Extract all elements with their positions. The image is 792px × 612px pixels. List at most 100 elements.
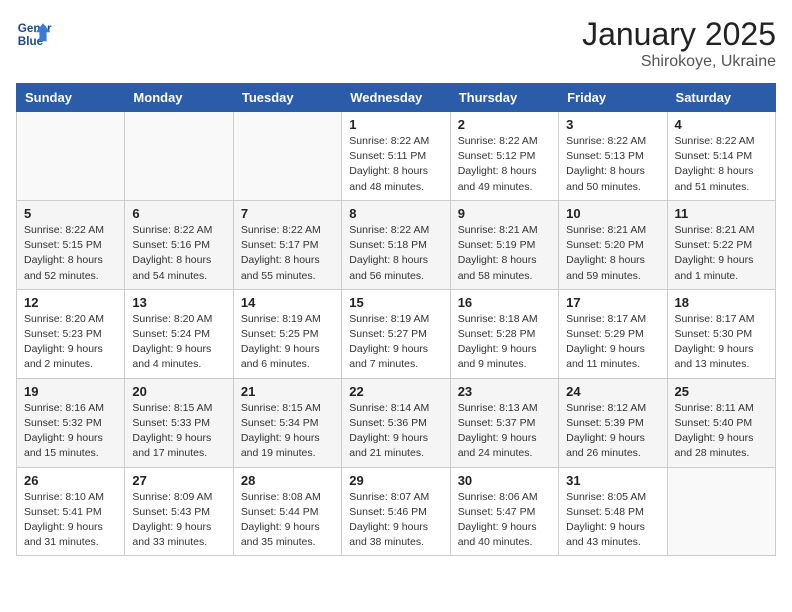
day-number: 26	[24, 473, 117, 488]
table-row: 16 Sunrise: 8:18 AM Sunset: 5:28 PM Dayli…	[450, 289, 558, 378]
day-info: Sunrise: 8:06 AM Sunset: 5:47 PM Dayligh…	[458, 490, 551, 551]
table-row: 14 Sunrise: 8:19 AM Sunset: 5:25 PM Dayli…	[233, 289, 341, 378]
day-info: Sunrise: 8:22 AM Sunset: 5:18 PM Dayligh…	[349, 223, 442, 284]
day-number: 17	[566, 295, 659, 310]
day-info: Sunrise: 8:08 AM Sunset: 5:44 PM Dayligh…	[241, 490, 334, 551]
table-row: 5 Sunrise: 8:22 AM Sunset: 5:15 PM Daylig…	[17, 200, 125, 289]
day-number: 3	[566, 117, 659, 132]
day-info: Sunrise: 8:20 AM Sunset: 5:23 PM Dayligh…	[24, 312, 117, 373]
table-row: 25 Sunrise: 8:11 AM Sunset: 5:40 PM Dayli…	[667, 378, 775, 467]
table-row: 29 Sunrise: 8:07 AM Sunset: 5:46 PM Dayli…	[342, 467, 450, 556]
table-row: 19Sunrise: 8:16 AM Sunset: 5:32 PM Dayli…	[17, 378, 125, 467]
day-number: 1	[349, 117, 442, 132]
day-number: 15	[349, 295, 442, 310]
col-thursday: Thursday	[450, 84, 558, 112]
table-row: 1 Sunrise: 8:22 AM Sunset: 5:11 PM Daylig…	[342, 112, 450, 201]
table-row: 6 Sunrise: 8:22 AM Sunset: 5:16 PM Daylig…	[125, 200, 233, 289]
table-row: 12 Sunrise: 8:20 AM Sunset: 5:23 PM Dayli…	[17, 289, 125, 378]
day-number: 11	[675, 206, 768, 221]
day-info: Sunrise: 8:22 AM Sunset: 5:15 PM Dayligh…	[24, 223, 117, 284]
table-row: 4 Sunrise: 8:22 AM Sunset: 5:14 PM Daylig…	[667, 112, 775, 201]
day-number: 29	[349, 473, 442, 488]
day-number: 7	[241, 206, 334, 221]
calendar-week-row: 26 Sunrise: 8:10 AM Sunset: 5:41 PM Dayli…	[17, 467, 776, 556]
day-number: 2	[458, 117, 551, 132]
day-info: Sunrise: 8:19 AM Sunset: 5:25 PM Dayligh…	[241, 312, 334, 373]
day-number: 23	[458, 384, 551, 399]
table-row: 23 Sunrise: 8:13 AM Sunset: 5:37 PM Dayli…	[450, 378, 558, 467]
table-row: 28Sunrise: 8:08 AM Sunset: 5:44 PM Dayli…	[233, 467, 341, 556]
table-row: 10 Sunrise: 8:21 AM Sunset: 5:20 PM Dayli…	[559, 200, 667, 289]
day-number: 18	[675, 295, 768, 310]
col-sunday: Sunday	[17, 84, 125, 112]
day-number: 4	[675, 117, 768, 132]
col-wednesday: Wednesday	[342, 84, 450, 112]
day-info: Sunrise: 8:05 AM Sunset: 5:48 PM Dayligh…	[566, 490, 659, 551]
table-row: 30Sunrise: 8:06 AM Sunset: 5:47 PM Dayli…	[450, 467, 558, 556]
table-row: 8 Sunrise: 8:22 AM Sunset: 5:18 PM Daylig…	[342, 200, 450, 289]
table-row	[667, 467, 775, 556]
day-info: Sunrise: 8:07 AM Sunset: 5:46 PM Dayligh…	[349, 490, 442, 551]
calendar-week-row: 19Sunrise: 8:16 AM Sunset: 5:32 PM Dayli…	[17, 378, 776, 467]
col-saturday: Saturday	[667, 84, 775, 112]
table-row: 17 Sunrise: 8:17 AM Sunset: 5:29 PM Dayli…	[559, 289, 667, 378]
calendar-table: Sunday Monday Tuesday Wednesday Thursday…	[16, 83, 776, 556]
day-info: Sunrise: 8:21 AM Sunset: 5:20 PM Dayligh…	[566, 223, 659, 284]
day-info: Sunrise: 8:21 AM Sunset: 5:22 PM Dayligh…	[675, 223, 768, 284]
day-info: Sunrise: 8:22 AM Sunset: 5:12 PM Dayligh…	[458, 134, 551, 195]
day-number: 31	[566, 473, 659, 488]
day-number: 12	[24, 295, 117, 310]
day-number: 6	[132, 206, 225, 221]
page-header: General Blue January 2025 Shirokoye, Ukr…	[16, 16, 776, 71]
table-row: 24Sunrise: 8:12 AM Sunset: 5:39 PM Dayli…	[559, 378, 667, 467]
location: Shirokoye, Ukraine	[582, 53, 776, 71]
table-row: 7 Sunrise: 8:22 AM Sunset: 5:17 PM Daylig…	[233, 200, 341, 289]
day-number: 5	[24, 206, 117, 221]
day-info: Sunrise: 8:17 AM Sunset: 5:30 PM Dayligh…	[675, 312, 768, 373]
day-info: Sunrise: 8:11 AM Sunset: 5:40 PM Dayligh…	[675, 401, 768, 462]
table-row	[125, 112, 233, 201]
col-tuesday: Tuesday	[233, 84, 341, 112]
day-info: Sunrise: 8:19 AM Sunset: 5:27 PM Dayligh…	[349, 312, 442, 373]
day-number: 27	[132, 473, 225, 488]
day-number: 10	[566, 206, 659, 221]
col-monday: Monday	[125, 84, 233, 112]
table-row: 13Sunrise: 8:20 AM Sunset: 5:24 PM Dayli…	[125, 289, 233, 378]
calendar-week-row: 12 Sunrise: 8:20 AM Sunset: 5:23 PM Dayli…	[17, 289, 776, 378]
table-row: 20 Sunrise: 8:15 AM Sunset: 5:33 PM Dayli…	[125, 378, 233, 467]
day-info: Sunrise: 8:12 AM Sunset: 5:39 PM Dayligh…	[566, 401, 659, 462]
day-info: Sunrise: 8:09 AM Sunset: 5:43 PM Dayligh…	[132, 490, 225, 551]
calendar-week-row: 1 Sunrise: 8:22 AM Sunset: 5:11 PM Daylig…	[17, 112, 776, 201]
day-info: Sunrise: 8:17 AM Sunset: 5:29 PM Dayligh…	[566, 312, 659, 373]
table-row: 21Sunrise: 8:15 AM Sunset: 5:34 PM Dayli…	[233, 378, 341, 467]
day-info: Sunrise: 8:20 AM Sunset: 5:24 PM Dayligh…	[132, 312, 225, 373]
logo: General Blue	[16, 16, 52, 52]
calendar-week-row: 5 Sunrise: 8:22 AM Sunset: 5:15 PM Daylig…	[17, 200, 776, 289]
day-number: 16	[458, 295, 551, 310]
day-info: Sunrise: 8:22 AM Sunset: 5:13 PM Dayligh…	[566, 134, 659, 195]
table-row: 27 Sunrise: 8:09 AM Sunset: 5:43 PM Dayli…	[125, 467, 233, 556]
table-row: 9 Sunrise: 8:21 AM Sunset: 5:19 PM Daylig…	[450, 200, 558, 289]
day-info: Sunrise: 8:13 AM Sunset: 5:37 PM Dayligh…	[458, 401, 551, 462]
day-info: Sunrise: 8:22 AM Sunset: 5:11 PM Dayligh…	[349, 134, 442, 195]
day-number: 14	[241, 295, 334, 310]
day-number: 25	[675, 384, 768, 399]
day-info: Sunrise: 8:21 AM Sunset: 5:19 PM Dayligh…	[458, 223, 551, 284]
table-row: 26 Sunrise: 8:10 AM Sunset: 5:41 PM Dayli…	[17, 467, 125, 556]
col-friday: Friday	[559, 84, 667, 112]
day-info: Sunrise: 8:15 AM Sunset: 5:33 PM Dayligh…	[132, 401, 225, 462]
day-info: Sunrise: 8:22 AM Sunset: 5:17 PM Dayligh…	[241, 223, 334, 284]
table-row: 2 Sunrise: 8:22 AM Sunset: 5:12 PM Daylig…	[450, 112, 558, 201]
day-number: 19	[24, 384, 117, 399]
day-info: Sunrise: 8:10 AM Sunset: 5:41 PM Dayligh…	[24, 490, 117, 551]
day-info: Sunrise: 8:22 AM Sunset: 5:14 PM Dayligh…	[675, 134, 768, 195]
day-number: 9	[458, 206, 551, 221]
day-info: Sunrise: 8:18 AM Sunset: 5:28 PM Dayligh…	[458, 312, 551, 373]
table-row: 3 Sunrise: 8:22 AM Sunset: 5:13 PM Daylig…	[559, 112, 667, 201]
logo-icon: General Blue	[16, 16, 52, 52]
table-row: 22Sunrise: 8:14 AM Sunset: 5:36 PM Dayli…	[342, 378, 450, 467]
day-info: Sunrise: 8:22 AM Sunset: 5:16 PM Dayligh…	[132, 223, 225, 284]
day-number: 20	[132, 384, 225, 399]
table-row: 31 Sunrise: 8:05 AM Sunset: 5:48 PM Dayli…	[559, 467, 667, 556]
day-number: 8	[349, 206, 442, 221]
